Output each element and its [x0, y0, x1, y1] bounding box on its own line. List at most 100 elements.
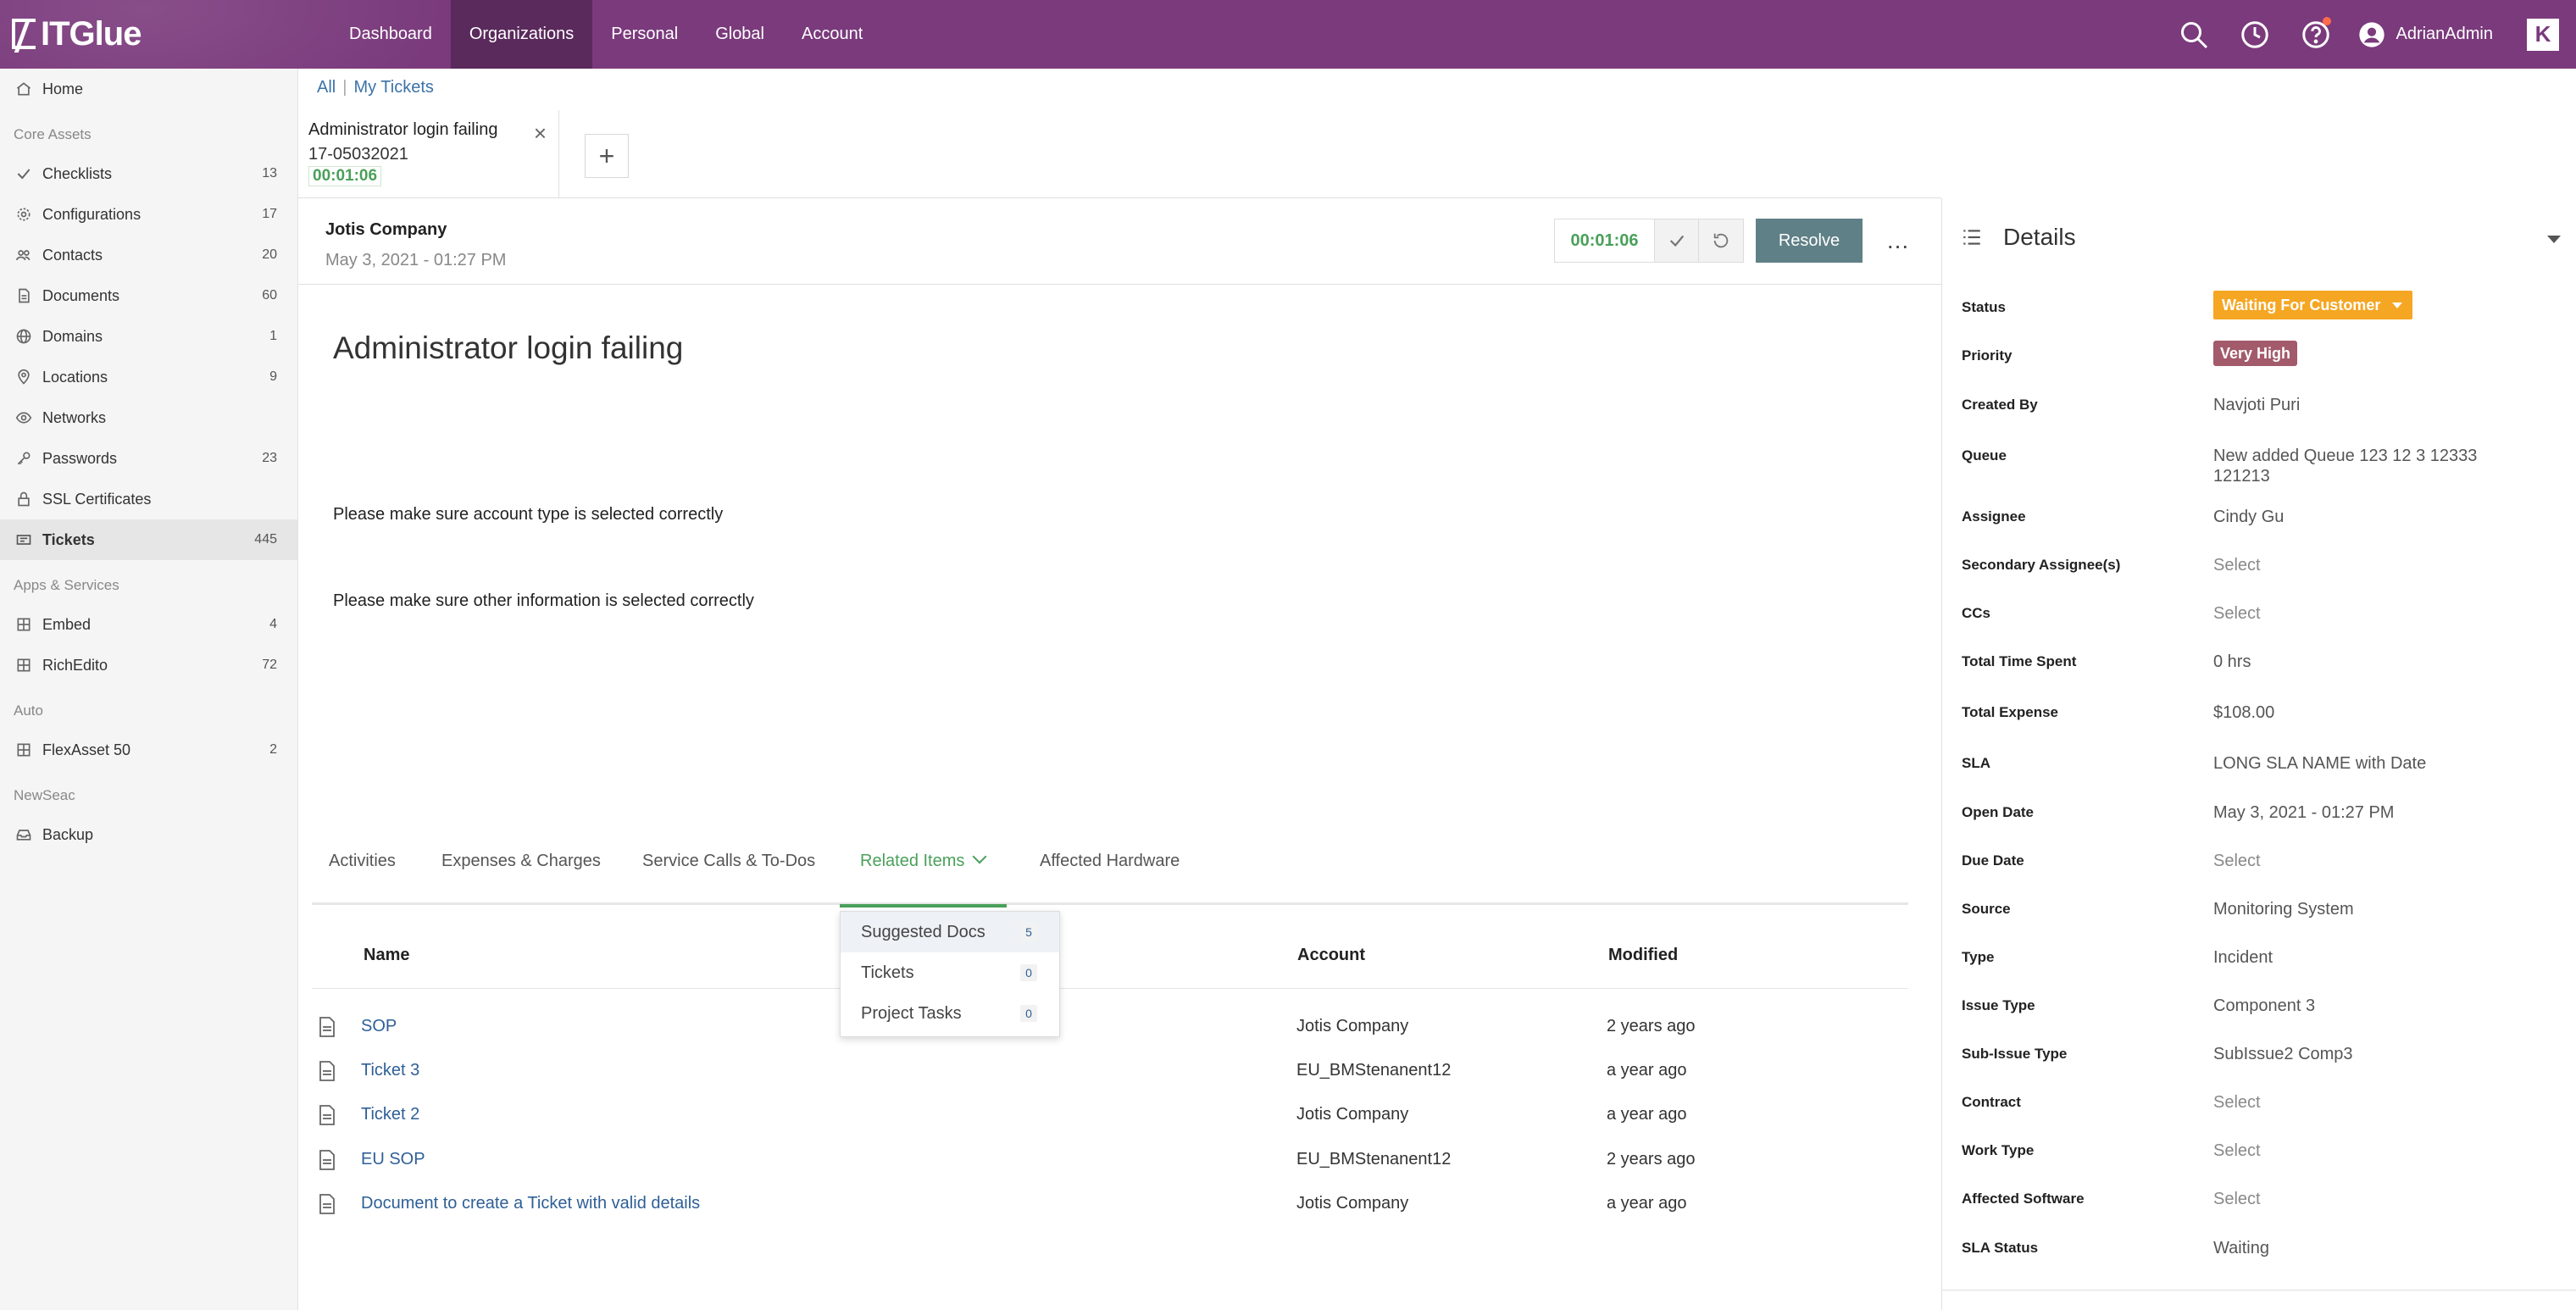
details-header: Details [1961, 224, 2076, 251]
row-name-link[interactable]: SOP [361, 1017, 397, 1036]
priority-badge[interactable]: Very High [2213, 341, 2298, 366]
document-icon [319, 1017, 336, 1037]
status-dropdown[interactable]: Waiting For Customer [2213, 291, 2413, 319]
dropdown-item-suggested-docs[interactable]: Suggested Docs 5 [841, 912, 1059, 952]
detail-value[interactable]: SubIssue2 Comp3 [2213, 1044, 2518, 1064]
row-name-link[interactable]: EU SOP [361, 1150, 425, 1169]
open-ticket-tab[interactable]: Administrator login failing 17-05032021 … [298, 110, 559, 198]
nav-personal[interactable]: Personal [592, 0, 697, 69]
tab-activities[interactable]: Activities [329, 839, 396, 905]
company-name[interactable]: Jotis Company [325, 220, 447, 240]
timer-reset-button[interactable] [1699, 219, 1743, 262]
user-menu[interactable]: AdrianAdmin [2358, 21, 2493, 48]
column-header-account[interactable]: Account [1297, 946, 1365, 965]
check-icon [1669, 235, 1684, 247]
tab-related-items[interactable]: Related Items [839, 839, 1008, 908]
row-name-link[interactable]: Ticket 2 [361, 1105, 419, 1124]
detail-select[interactable]: Select [2213, 1141, 2518, 1161]
key-icon [14, 448, 34, 469]
tab-affected-hardware[interactable]: Affected Hardware [1040, 839, 1180, 905]
tab-expenses-charges[interactable]: Expenses & Charges [441, 839, 601, 905]
table-header-divider [312, 988, 1908, 989]
sidebar-item-backup[interactable]: Backup [0, 814, 297, 855]
status-value: Waiting For Customer [2222, 296, 2381, 314]
sidebar-item-checklists[interactable]: Checklists 13 [0, 153, 297, 194]
more-options-button[interactable]: ... [1883, 219, 1913, 263]
detail-label: Work Type [1962, 1142, 2035, 1158]
details-bottom-divider [1942, 1290, 2576, 1291]
nav-account[interactable]: Account [783, 0, 881, 69]
row-account: EU_BMStenanent12 [1296, 1061, 1452, 1080]
itglue-logo[interactable]: ITGlue [12, 14, 142, 54]
row-name-link[interactable]: Ticket 3 [361, 1061, 419, 1080]
history-clock-icon[interactable] [2224, 0, 2285, 69]
dropdown-item-tickets[interactable]: Tickets 0 [841, 952, 1059, 993]
row-name-link[interactable]: Document to create a Ticket with valid d… [361, 1194, 700, 1213]
help-icon[interactable] [2285, 0, 2346, 69]
sidebar-item-label: Checklists [42, 164, 113, 182]
sidebar-item-label: Tickets [42, 530, 95, 548]
user-avatar-icon [2359, 21, 2385, 47]
detail-value[interactable]: New added Queue 123 12 3 12333 121213 [2213, 446, 2518, 486]
sidebar-item-ssl-certificates[interactable]: SSL Certificates [0, 479, 297, 519]
table-row[interactable]: Ticket 2 Jotis Company a year ago [312, 1093, 1908, 1137]
close-icon[interactable]: × [534, 120, 547, 147]
sidebar-item-configurations[interactable]: Configurations 17 [0, 194, 297, 235]
detail-select[interactable]: Select [2213, 1092, 2518, 1113]
sidebar-item-home[interactable]: Home [0, 69, 297, 109]
detail-value[interactable]: Incident [2213, 947, 2518, 968]
brand-badge-text: K [2534, 21, 2551, 47]
sidebar-item-contacts[interactable]: Contacts 20 [0, 235, 297, 275]
sidebar-item-domains[interactable]: Domains 1 [0, 316, 297, 357]
resolve-button[interactable]: Resolve [1756, 219, 1863, 263]
sidebar-item-flexasset-50[interactable]: FlexAsset 50 2 [0, 730, 297, 770]
row-modified: 2 years ago [1607, 1150, 1696, 1168]
nav-global[interactable]: Global [697, 0, 783, 69]
sidebar-item-label: Contacts [42, 246, 103, 264]
detail-value[interactable]: May 3, 2021 - 01:27 PM [2213, 802, 2518, 823]
nav-organizations[interactable]: Organizations [450, 0, 593, 69]
table-row[interactable]: Document to create a Ticket with valid d… [312, 1182, 1908, 1226]
document-icon [319, 1194, 336, 1214]
search-icon[interactable] [2163, 0, 2224, 69]
grid-icon [14, 614, 34, 635]
detail-select[interactable]: Select [2213, 603, 2518, 624]
collapse-caret-icon[interactable] [2547, 236, 2561, 243]
table-row[interactable]: EU SOP EU_BMStenanent12 2 years ago [312, 1138, 1908, 1182]
detail-value[interactable]: LONG SLA NAME with Date [2213, 753, 2518, 774]
detail-select[interactable]: Select [2213, 555, 2518, 575]
tab-service-calls[interactable]: Service Calls & To-Dos [642, 839, 815, 905]
sidebar-item-networks[interactable]: Networks [0, 397, 297, 438]
table-row[interactable]: Ticket 3 EU_BMStenanent12 a year ago [312, 1049, 1908, 1093]
detail-label: Created By [1962, 397, 2038, 413]
sidebar-item-richedito[interactable]: RichEdito 72 [0, 645, 297, 686]
detail-value[interactable]: Component 3 [2213, 996, 2518, 1016]
sidebar-item-embed[interactable]: Embed 4 [0, 604, 297, 645]
timer-check-button[interactable] [1655, 219, 1699, 262]
dropdown-item-label: Project Tasks [861, 1004, 962, 1023]
sidebar-item-label: RichEdito [42, 656, 108, 674]
detail-label: Queue [1962, 447, 2007, 463]
column-header-name[interactable]: Name [364, 946, 409, 965]
count-badge: 0 [1020, 1005, 1037, 1022]
sidebar-item-documents[interactable]: Documents 60 [0, 275, 297, 316]
brand-badge[interactable]: K [2527, 18, 2559, 51]
breadcrumb-my-tickets[interactable]: My Tickets [353, 78, 433, 97]
breadcrumb: All | My Tickets [317, 78, 434, 97]
breadcrumb-all[interactable]: All [317, 78, 336, 97]
nav-dashboard[interactable]: Dashboard [330, 0, 451, 69]
sidebar-item-tickets[interactable]: Tickets 445 [0, 519, 297, 560]
sidebar-item-locations[interactable]: Locations 9 [0, 357, 297, 397]
sidebar-item-label: Locations [42, 368, 108, 386]
detail-value[interactable]: Cindy Gu [2213, 507, 2518, 527]
column-header-modified[interactable]: Modified [1608, 946, 1678, 965]
detail-value: Waiting [2213, 1239, 2269, 1257]
timer-control: 00:01:06 [1554, 219, 1744, 263]
detail-value[interactable]: Monitoring System [2213, 899, 2518, 919]
add-tab-button[interactable]: + [585, 134, 629, 178]
dropdown-item-project-tasks[interactable]: Project Tasks 0 [841, 993, 1059, 1034]
detail-select[interactable]: Select [2213, 851, 2518, 871]
detail-select[interactable]: Select [2213, 1189, 2518, 1209]
table-row[interactable]: SOP Jotis Company 2 years ago [312, 1005, 1908, 1049]
sidebar-item-passwords[interactable]: Passwords 23 [0, 438, 297, 479]
